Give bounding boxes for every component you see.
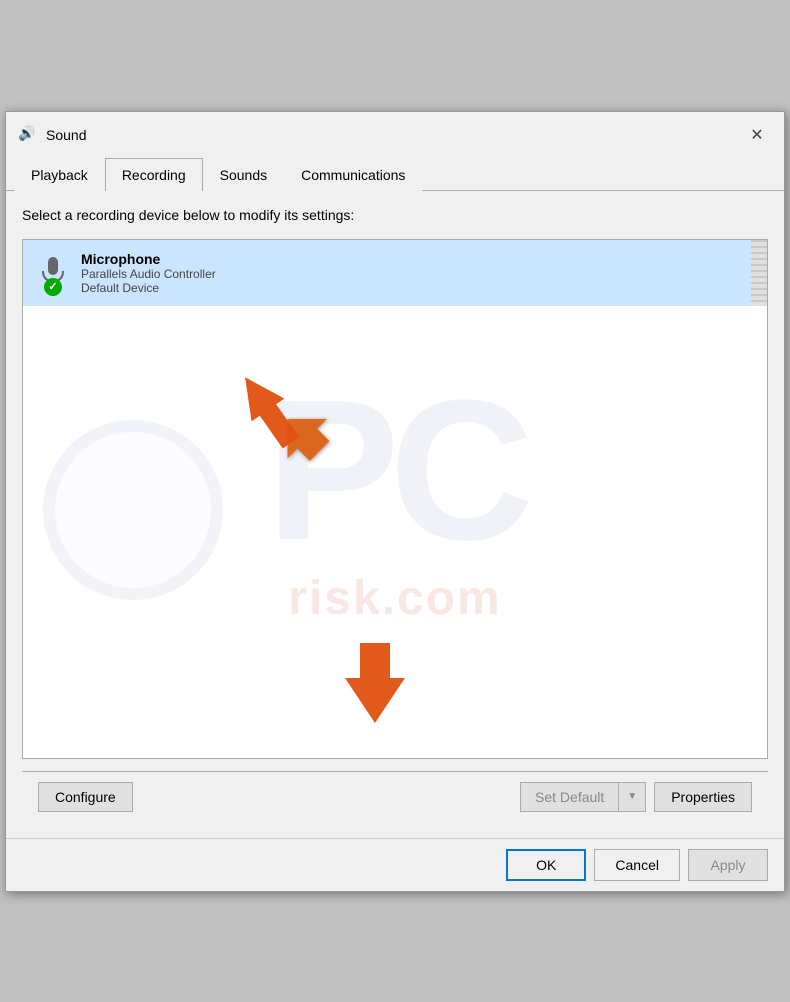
- device-list[interactable]: ✓ Microphone Parallels Audio Controller …: [22, 239, 768, 759]
- tab-recording[interactable]: Recording: [105, 158, 203, 191]
- scrollbar[interactable]: [751, 240, 767, 306]
- orange-arrow-up: [223, 410, 343, 490]
- annotation-arrow-down: [335, 638, 415, 728]
- set-default-wrap: Set Default ▼: [520, 782, 646, 812]
- device-info: Microphone Parallels Audio Controller De…: [81, 251, 755, 295]
- cancel-button[interactable]: Cancel: [594, 849, 680, 881]
- watermark: PC risk.com: [23, 320, 767, 678]
- tab-content: Select a recording device below to modif…: [6, 191, 784, 838]
- apply-button[interactable]: Apply: [688, 849, 768, 881]
- close-button[interactable]: ✕: [742, 120, 772, 150]
- footer-buttons: Configure Set Default ▼ Properties: [22, 771, 768, 822]
- device-icon-wrap: ✓: [35, 250, 71, 296]
- annotation-arrow-device: [203, 360, 333, 460]
- watermark-risk: risk.com: [288, 571, 501, 626]
- ok-button[interactable]: OK: [506, 849, 586, 881]
- device-sub2: Default Device: [81, 281, 755, 295]
- sound-icon: 🔊: [18, 125, 38, 145]
- tab-sounds[interactable]: Sounds: [203, 158, 284, 191]
- title-bar: 🔊 Sound ✕: [6, 112, 784, 158]
- tab-bar: Playback Recording Sounds Communications: [6, 158, 784, 191]
- default-check-badge: ✓: [44, 278, 62, 296]
- arrow-annotation-right: [223, 410, 343, 493]
- magnifier-watermark: [43, 420, 223, 600]
- properties-button[interactable]: Properties: [654, 782, 752, 812]
- bottom-buttons: OK Cancel Apply: [6, 838, 784, 891]
- instruction-text: Select a recording device below to modif…: [22, 207, 768, 223]
- set-default-dropdown-button[interactable]: ▼: [618, 783, 645, 811]
- scroll-track: [751, 240, 767, 306]
- device-sub1: Parallels Audio Controller: [81, 267, 755, 281]
- set-default-button[interactable]: Set Default: [521, 783, 618, 811]
- tab-communications[interactable]: Communications: [284, 158, 422, 191]
- device-item[interactable]: ✓ Microphone Parallels Audio Controller …: [23, 240, 767, 306]
- window-title: Sound: [46, 127, 734, 143]
- configure-button[interactable]: Configure: [38, 782, 133, 812]
- watermark-pc: PC: [266, 371, 524, 571]
- tab-playback[interactable]: Playback: [14, 158, 105, 191]
- sound-dialog: 🔊 Sound ✕ Playback Recording Sounds Comm…: [5, 111, 785, 892]
- device-name: Microphone: [81, 251, 755, 267]
